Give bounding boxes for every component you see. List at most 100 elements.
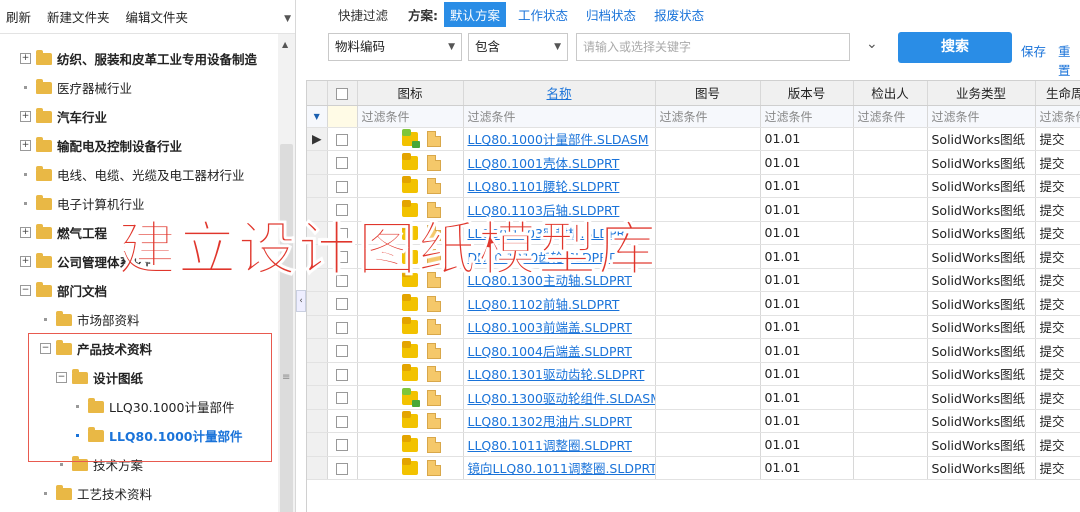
expand-icon[interactable]: + bbox=[20, 256, 31, 267]
file-name-link[interactable]: LLQ80.1003前端盖.SLDPRT bbox=[463, 315, 656, 339]
save-link[interactable]: 保存 bbox=[1021, 41, 1046, 60]
filter-cell[interactable]: 过滤条件 bbox=[760, 105, 854, 128]
tree-node[interactable]: 市场部资料 bbox=[40, 305, 140, 334]
file-name-link[interactable]: LLQ80.1103后轴.SLDPRT bbox=[463, 197, 656, 222]
filter-cell[interactable]: 过滤条件 bbox=[655, 105, 761, 128]
file-name-link[interactable]: LLQ80.1300驱动轮组件.SLDASM bbox=[463, 385, 656, 410]
search-button[interactable]: 搜索 bbox=[898, 32, 1012, 63]
row-checkbox[interactable] bbox=[336, 298, 348, 311]
expand-icon[interactable]: + bbox=[20, 140, 31, 151]
row-checkbox[interactable] bbox=[336, 180, 348, 193]
row-checkbox-cell[interactable] bbox=[327, 432, 358, 457]
select-all-checkbox[interactable] bbox=[336, 87, 348, 100]
tree-scrollbar[interactable]: ▲ ≡ bbox=[278, 34, 295, 512]
quick-filter-label[interactable]: 快捷过滤 bbox=[338, 5, 388, 24]
file-name-link[interactable]: LLQ80.1000计量部件.SLDASM bbox=[463, 127, 656, 151]
row-indicator-header[interactable] bbox=[307, 81, 328, 106]
field-select[interactable]: 物料编码 ▼ bbox=[328, 33, 462, 61]
row-checkbox-cell[interactable] bbox=[327, 197, 358, 222]
row-checkbox[interactable] bbox=[336, 204, 348, 217]
file-name-link[interactable]: LLQ80.1011调整圈.SLDPRT bbox=[463, 432, 656, 457]
scheme-tab[interactable]: 默认方案 bbox=[444, 1, 507, 27]
row-checkbox[interactable] bbox=[336, 133, 348, 146]
expand-filters-icon[interactable]: ⌄ bbox=[866, 36, 878, 52]
table-row[interactable]: LLQ80.1004后端盖.SLDPRT 01.01 SolidWorks图纸 提交 bbox=[307, 338, 1080, 363]
refresh-button[interactable]: 刷新 bbox=[6, 7, 31, 26]
scroll-up-icon[interactable]: ▲ bbox=[282, 40, 288, 49]
row-checkbox[interactable] bbox=[336, 345, 348, 358]
filter-cell[interactable]: 过滤条件 bbox=[463, 105, 656, 128]
row-checkbox-cell[interactable] bbox=[327, 150, 358, 175]
column-header[interactable]: 生命周期 bbox=[1035, 81, 1080, 106]
row-checkbox-cell[interactable] bbox=[327, 127, 358, 151]
row-checkbox-cell[interactable] bbox=[327, 291, 358, 316]
row-checkbox-cell[interactable] bbox=[327, 221, 358, 245]
row-checkbox[interactable] bbox=[336, 392, 348, 405]
scheme-tab[interactable]: 报废状态 bbox=[648, 2, 710, 27]
table-row[interactable]: ▶ LLQ80.1000计量部件.SLDASM 01.01 SolidWorks图纸提… bbox=[307, 127, 1080, 151]
column-header[interactable]: 版本号 bbox=[760, 81, 854, 106]
table-row[interactable]: LLQ80.1103后轴.SLDPRT 01.01 SolidWorks图纸 提交 bbox=[307, 197, 1080, 222]
collapse-icon[interactable]: − bbox=[20, 285, 31, 296]
table-row[interactable]: LLQ80.1300驱动轮组件.SLDASM 01.01 SolidWorks图纸提… bbox=[307, 385, 1080, 410]
tree-node[interactable]: 医疗器械行业 bbox=[20, 73, 132, 102]
row-checkbox[interactable] bbox=[336, 251, 348, 264]
tree-node[interactable]: + 燃气工程 bbox=[20, 218, 107, 247]
file-name-link[interactable]: LLQ80.1001壳体.SLDPRT bbox=[463, 150, 656, 175]
scheme-tab[interactable]: 工作状态 bbox=[512, 2, 574, 27]
tree-node[interactable]: + 纺织、服装和皮革工业专用设备制造 bbox=[20, 44, 257, 73]
column-header[interactable]: 图标 bbox=[357, 81, 464, 106]
file-name-link[interactable]: LLQ80.1101腰轮.SLDPRT bbox=[463, 174, 656, 198]
tree-node[interactable]: + 汽车行业 bbox=[20, 102, 107, 131]
file-name-link[interactable]: LLQ80.1302甩油片.SLDPRT bbox=[463, 409, 656, 433]
row-checkbox[interactable] bbox=[336, 274, 348, 287]
table-row[interactable]: LLQ80.1011调整圈.SLDPRT 01.01 SolidWorks图纸 提交 bbox=[307, 432, 1080, 457]
expand-icon[interactable]: + bbox=[20, 111, 31, 122]
row-checkbox-cell[interactable] bbox=[327, 338, 358, 363]
expand-icon[interactable]: + bbox=[20, 53, 31, 64]
tree-node[interactable]: + 输配电及控制设备行业 bbox=[20, 131, 182, 160]
column-header[interactable]: 图号 bbox=[655, 81, 761, 106]
row-checkbox[interactable] bbox=[336, 321, 348, 334]
expand-icon[interactable]: + bbox=[20, 227, 31, 238]
scrollbar-thumb[interactable] bbox=[280, 144, 293, 512]
file-name-link[interactable]: LLQ80.1102前轴.SLDPRT bbox=[463, 291, 656, 316]
table-row[interactable]: LLQ80.1301驱动齿轮.SLDPRT 01.01 SolidWorks图纸 提交 bbox=[307, 362, 1080, 386]
file-name-link[interactable]: DN80.1210齿轮.SLDPRT bbox=[463, 244, 656, 269]
table-row[interactable]: LLQ80.1001壳体.SLDPRT 01.01 SolidWorks图纸 提交 bbox=[307, 150, 1080, 175]
tree-node[interactable]: 电线、电缆、光缆及电工器材行业 bbox=[20, 160, 245, 189]
toolbar-dropdown-icon[interactable]: ▼ bbox=[284, 14, 291, 24]
row-checkbox[interactable] bbox=[336, 439, 348, 452]
tree-node[interactable]: + 公司管理体系文件 bbox=[20, 247, 157, 276]
row-checkbox[interactable] bbox=[336, 368, 348, 381]
select-all-checkbox-header[interactable] bbox=[327, 81, 358, 106]
operator-select[interactable]: 包含 ▼ bbox=[468, 33, 568, 61]
table-row[interactable]: DN80.1210齿轮.SLDPRT 01.01 SolidWorks图纸 提交 bbox=[307, 244, 1080, 269]
table-row[interactable]: LLQ80.1003前端盖.SLDPRT 01.01 SolidWorks图纸 提交 bbox=[307, 315, 1080, 339]
column-header[interactable]: 业务类型 bbox=[927, 81, 1036, 106]
table-row[interactable]: LLQ80.1101腰轮.SLDPRT 01.01 SolidWorks图纸 提交 bbox=[307, 174, 1080, 198]
table-row[interactable]: LLQ80.1003密封板.SLDPRT 01.01 SolidWorks图纸 提交 bbox=[307, 221, 1080, 245]
scheme-tab[interactable]: 归档状态 bbox=[580, 2, 642, 27]
filter-cell[interactable]: 过滤条件 bbox=[927, 105, 1036, 128]
filter-cell[interactable]: 过滤条件 bbox=[853, 105, 928, 128]
file-name-link[interactable]: LLQ80.1300主动轴.SLDPRT bbox=[463, 268, 656, 292]
tree-node[interactable]: 工艺技术资料 bbox=[40, 479, 152, 508]
row-checkbox-cell[interactable] bbox=[327, 268, 358, 292]
row-checkbox-cell[interactable] bbox=[327, 315, 358, 339]
filter-cell[interactable]: 过滤条件 bbox=[1035, 105, 1080, 128]
column-header[interactable]: 名称 bbox=[463, 81, 656, 106]
row-checkbox-cell[interactable] bbox=[327, 456, 358, 480]
table-row[interactable]: LLQ80.1300主动轴.SLDPRT 01.01 SolidWorks图纸 提交 bbox=[307, 268, 1080, 292]
row-checkbox-cell[interactable] bbox=[327, 244, 358, 269]
row-checkbox[interactable] bbox=[336, 227, 348, 240]
collapse-pane-button[interactable]: ‹ bbox=[296, 290, 306, 312]
filter-cell[interactable]: 过滤条件 bbox=[357, 105, 464, 128]
file-name-link[interactable]: LLQ80.1003密封板.SLDPRT bbox=[463, 221, 656, 245]
file-name-link[interactable]: LLQ80.1004后端盖.SLDPRT bbox=[463, 338, 656, 363]
edit-folder-button[interactable]: 编辑文件夹 bbox=[126, 7, 189, 26]
row-checkbox[interactable] bbox=[336, 462, 348, 475]
table-row[interactable]: LLQ80.1302甩油片.SLDPRT 01.01 SolidWorks图纸 提交 bbox=[307, 409, 1080, 433]
row-checkbox-cell[interactable] bbox=[327, 362, 358, 386]
row-checkbox-cell[interactable] bbox=[327, 409, 358, 433]
